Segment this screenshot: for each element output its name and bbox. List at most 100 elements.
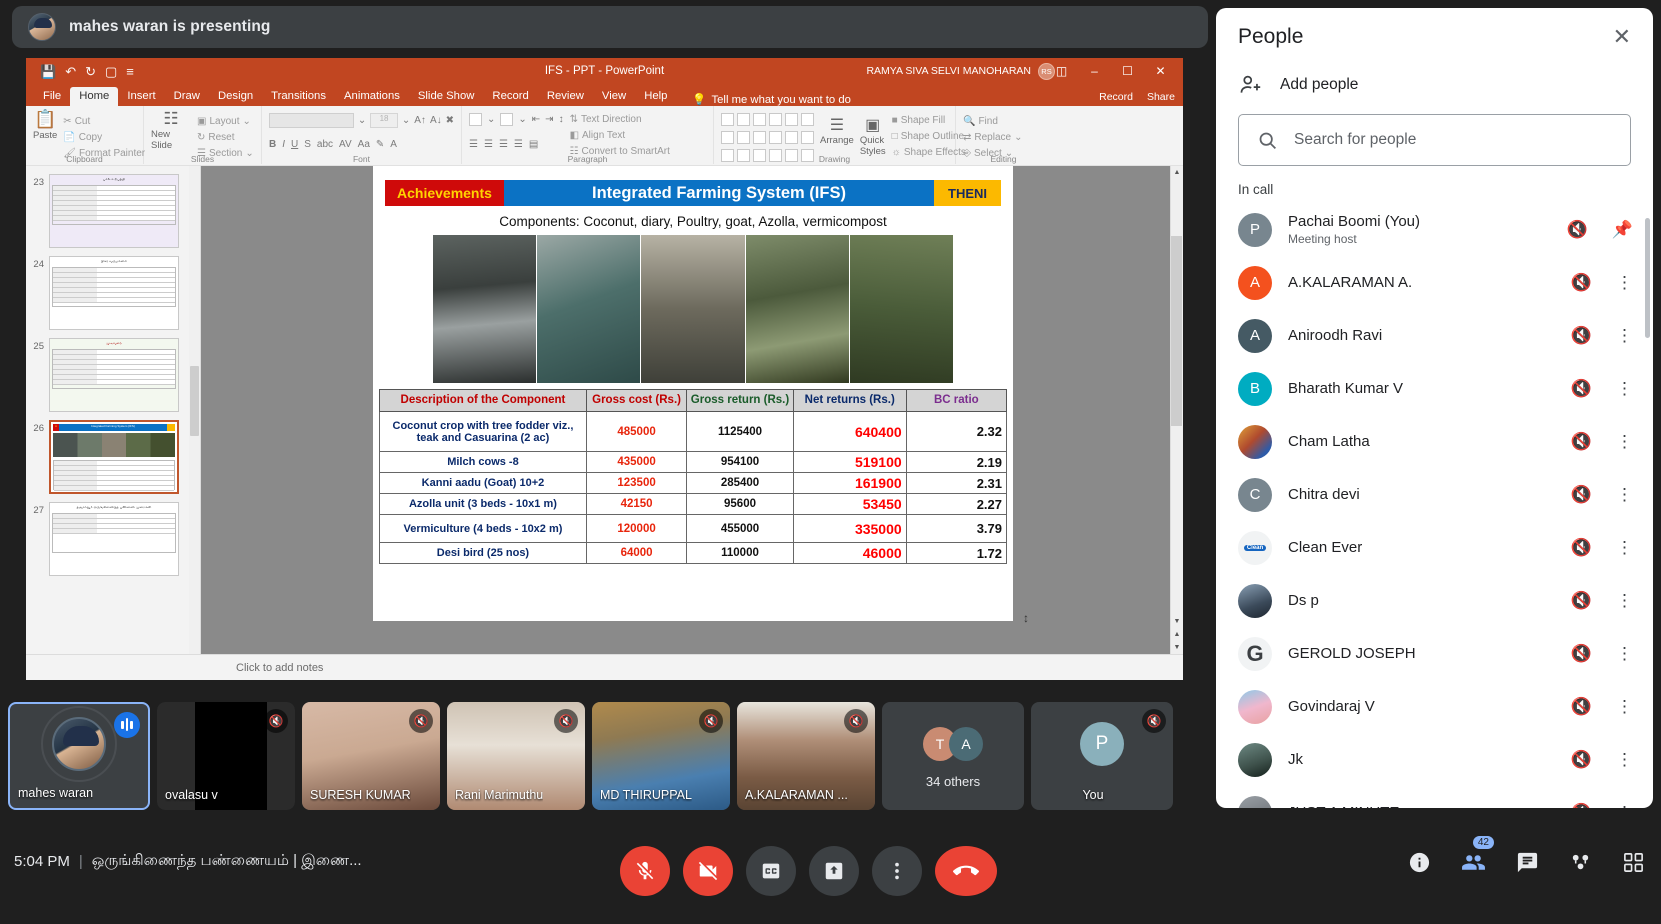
participant-row-pachai-boomi[interactable]: P Pachai Boomi (You) Meeting host 🔇 📌 xyxy=(1216,203,1653,256)
justify-button[interactable]: ☰ xyxy=(514,139,523,150)
text-direction-button[interactable]: ⇅ Text Direction xyxy=(570,114,642,125)
bullets-button[interactable] xyxy=(469,112,482,126)
mic-off-icon[interactable]: 🔇 xyxy=(1571,273,1592,293)
more-vertical-icon[interactable]: ⋮ xyxy=(1616,485,1633,505)
thumbnail-25[interactable]: 25 முடிவுரை xyxy=(26,334,200,416)
clear-formatting-button[interactable]: ✖ xyxy=(446,115,454,126)
thumbnail-27[interactable]: 27 தஞ்சாவூர் ஒருங்கிணைந்த பண்ணை முறைகள் xyxy=(26,498,200,580)
underline-button[interactable]: U xyxy=(291,139,298,150)
scroll-down-icon[interactable]: ▼ xyxy=(1171,615,1183,628)
camera-off-button[interactable] xyxy=(683,846,733,896)
mic-off-icon[interactable]: 🔇 xyxy=(1571,379,1592,399)
search-people-field[interactable]: Search for people xyxy=(1238,114,1631,166)
tab-file[interactable]: File xyxy=(34,87,70,106)
mic-off-icon[interactable]: 🔇 xyxy=(1571,432,1592,452)
video-tile-mahes-waran[interactable]: mahes waran xyxy=(8,701,150,810)
tab-design[interactable]: Design xyxy=(209,87,262,106)
tell-me-search[interactable]: 💡 Tell me what you want to do xyxy=(676,93,850,107)
text-highlight-button[interactable]: ✎ xyxy=(376,139,384,150)
people-list-scrollbar[interactable] xyxy=(1645,218,1650,338)
record-button[interactable]: Record xyxy=(1099,91,1133,103)
account-info[interactable]: RAMYA SIVA SELVI MANOHARAN RS xyxy=(866,62,1055,80)
find-button[interactable]: 🔍 Find xyxy=(963,116,998,127)
align-center-button[interactable]: ☰ xyxy=(484,139,493,150)
mic-off-icon[interactable]: 🔇 xyxy=(1567,220,1588,240)
participant-row-ds-p[interactable]: Ds p 🔇 ⋮ xyxy=(1216,574,1653,627)
mic-off-icon[interactable]: 🔇 xyxy=(1571,485,1592,505)
tab-slide-show[interactable]: Slide Show xyxy=(409,87,484,106)
participant-row-bharath-kumar-v[interactable]: B Bharath Kumar V 🔇 ⋮ xyxy=(1216,362,1653,415)
more-vertical-icon[interactable]: ⋮ xyxy=(1616,591,1633,611)
minimize-icon[interactable]: – xyxy=(1078,58,1111,84)
line-spacing-button[interactable]: ↕ xyxy=(559,114,564,125)
shape-outline-button[interactable]: □ Shape Outline xyxy=(892,131,964,142)
mic-off-icon[interactable]: 🔇 xyxy=(1571,538,1592,558)
mic-off-icon[interactable]: 🔇 xyxy=(1571,750,1592,770)
restore-icon[interactable]: ☐ xyxy=(1111,58,1144,84)
mic-off-icon[interactable]: 🔇 xyxy=(1571,644,1592,664)
shape-pentagon-icon[interactable] xyxy=(801,112,814,126)
window-buttons[interactable]: ◫ – ☐ ✕ xyxy=(1045,58,1177,84)
shape-fill-button[interactable]: ■ Shape Fill xyxy=(892,115,946,126)
shape-arrow-icon[interactable] xyxy=(737,112,750,126)
thumbnail-slide-selected[interactable]: A Integrated Farming System (IFS) xyxy=(49,420,179,494)
more-vertical-icon[interactable]: ⋮ xyxy=(1616,538,1633,558)
shape-banner-icon[interactable] xyxy=(737,130,750,144)
more-options-button[interactable] xyxy=(872,846,922,896)
tab-view[interactable]: View xyxy=(593,87,635,106)
tab-review[interactable]: Review xyxy=(538,87,593,106)
tab-draw[interactable]: Draw xyxy=(165,87,209,106)
tab-record[interactable]: Record xyxy=(483,87,537,106)
leave-call-button[interactable] xyxy=(935,846,997,896)
more-vertical-icon[interactable]: ⋮ xyxy=(1616,750,1633,770)
thumbnail-26[interactable]: 26 A Integrated Farming System (IFS) xyxy=(26,416,200,498)
text-shadow-button[interactable]: S xyxy=(304,139,311,150)
chevron-down-icon[interactable]: ⌄ xyxy=(402,115,410,126)
thumbnail-scrollbar[interactable] xyxy=(189,166,200,654)
thumbnail-slide[interactable]: நிகர வருமானம் xyxy=(49,256,179,330)
more-vertical-icon[interactable]: ⋮ xyxy=(1616,273,1633,293)
tab-insert[interactable]: Insert xyxy=(118,87,164,106)
ribbon-tabs[interactable]: File Home Insert Draw Design Transitions… xyxy=(26,84,1183,106)
bold-button[interactable]: B xyxy=(269,139,276,150)
align-text-button[interactable]: ◧ Align Text xyxy=(570,130,626,141)
slide-thumbnail-pane[interactable]: 23 பால் உற்பத்தி 24 நிகர வருமானம் 25 முட… xyxy=(26,166,201,654)
canvas-scroll-thumb[interactable] xyxy=(1171,236,1182,426)
close-icon[interactable]: ✕ xyxy=(1613,24,1631,50)
cut-button[interactable]: ✂ Cut xyxy=(63,116,90,127)
shape-bracket-icon[interactable] xyxy=(785,130,798,144)
participant-row-just-a-minute[interactable]: JUST A MINUTE 🔇 ⋮ xyxy=(1216,786,1653,808)
thumbnail-slide[interactable]: தஞ்சாவூர் ஒருங்கிணைந்த பண்ணை முறைகள் xyxy=(49,502,179,576)
participant-row-cham-latha[interactable]: Cham Latha 🔇 ⋮ xyxy=(1216,415,1653,468)
align-right-button[interactable]: ☰ xyxy=(499,139,508,150)
tab-transitions[interactable]: Transitions xyxy=(262,87,335,106)
shape-oval-icon[interactable] xyxy=(769,112,782,126)
reset-button[interactable]: ↻ Reset xyxy=(197,132,235,143)
font-size-input[interactable]: 18 xyxy=(370,112,398,128)
video-tile-ovalasu-v[interactable]: 🔇 ovalasu v xyxy=(157,701,295,810)
powerpoint-window[interactable]: 💾 ↶ ↻ ▢ ≡ IFS - PPT - PowerPoint RAMYA S… xyxy=(26,58,1183,680)
decrease-indent-button[interactable]: ⇤ xyxy=(532,114,540,125)
host-controls-button[interactable] xyxy=(1622,851,1645,874)
thumbnail-24[interactable]: 24 நிகர வருமானம் xyxy=(26,252,200,334)
numbering-button[interactable] xyxy=(500,112,514,126)
video-tile-rani-marimuthu[interactable]: 🔇 Rani Marimuthu xyxy=(447,701,585,810)
columns-button[interactable]: ▤ xyxy=(529,139,538,150)
more-vertical-icon[interactable]: ⋮ xyxy=(1616,803,1633,809)
thumbnail-slide[interactable]: பால் உற்பத்தி xyxy=(49,174,179,248)
close-icon[interactable]: ✕ xyxy=(1144,58,1177,84)
ribbon[interactable]: 📋 Paste ✂ Cut 📄 Copy 🖌 Format Painter Clipb… xyxy=(26,106,1183,166)
shape-curve-icon[interactable] xyxy=(769,130,782,144)
mic-off-icon[interactable]: 🔇 xyxy=(1571,591,1592,611)
copy-button[interactable]: 📄 Copy xyxy=(63,132,102,143)
more-vertical-icon[interactable]: ⋮ xyxy=(1616,379,1633,399)
scroll-up-icon[interactable]: ▲ xyxy=(1171,166,1183,179)
tab-help[interactable]: Help xyxy=(635,87,676,106)
participant-list[interactable]: P Pachai Boomi (You) Meeting host 🔇 📌 A … xyxy=(1216,203,1653,808)
previous-slide-icon[interactable]: ▲ xyxy=(1171,628,1183,641)
tab-home[interactable]: Home xyxy=(70,87,119,106)
participant-row-a-kalaraman[interactable]: A A.KALARAMAN A. 🔇 ⋮ xyxy=(1216,256,1653,309)
video-tile-suresh-kumar[interactable]: 🔇 SURESH KUMAR xyxy=(302,701,440,810)
change-case-button[interactable]: Aa xyxy=(358,139,370,150)
canvas-scrollbar[interactable]: ▲ ▼ ▲ ▼ xyxy=(1170,166,1183,654)
